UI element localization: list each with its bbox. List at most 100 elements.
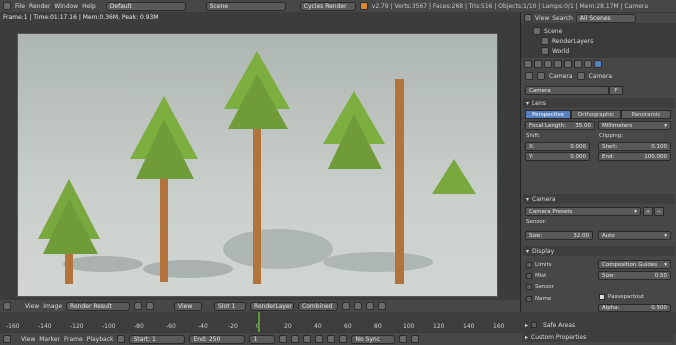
- ruler-label: 20: [284, 323, 292, 330]
- slot-select[interactable]: Slot 1: [214, 301, 247, 311]
- editor-type-icon[interactable]: [524, 14, 532, 22]
- chevron-down-icon: ▾: [634, 208, 637, 215]
- render-layer-select[interactable]: RenderLayer: [250, 301, 295, 311]
- camera-name-field[interactable]: Camera: [525, 86, 609, 95]
- jump-end-icon[interactable]: [339, 335, 348, 343]
- world-tab-icon[interactable]: [564, 60, 572, 68]
- camera-presets-select[interactable]: Camera Presets ▾: [525, 207, 641, 216]
- pin-icon[interactable]: [525, 72, 533, 80]
- composition-guides-select[interactable]: Composition Guides ▾: [598, 260, 671, 269]
- focal-length-field[interactable]: Focal Length: 35.00: [525, 121, 595, 130]
- menu-view[interactable]: View: [535, 15, 549, 22]
- color-icon[interactable]: [354, 302, 363, 310]
- perspective-button[interactable]: Perspective: [525, 110, 571, 119]
- zbuffer-icon[interactable]: [378, 302, 387, 310]
- menu-playback[interactable]: Playback: [87, 336, 114, 343]
- outliner-item-renderlayers[interactable]: RenderLayers: [541, 36, 593, 46]
- image-editor-viewport[interactable]: Frame:1 | Time:01:17.16 | Mem:0.36M, Pea…: [0, 12, 520, 300]
- menu-help[interactable]: Help: [82, 3, 96, 10]
- outliner-item-scene[interactable]: Scene: [533, 26, 562, 36]
- play-icon[interactable]: [315, 335, 324, 343]
- custom-properties-panel-header[interactable]: ▸ Custom Properties: [522, 332, 674, 342]
- start-value: 1: [152, 335, 156, 343]
- menu-file[interactable]: File: [15, 3, 25, 10]
- menu-view[interactable]: View: [25, 303, 39, 310]
- checkbox[interactable]: [526, 262, 532, 268]
- outliner-item-world[interactable]: World: [541, 46, 569, 56]
- record-icon[interactable]: [117, 335, 126, 343]
- menu-frame[interactable]: Frame: [64, 336, 83, 343]
- checkbox[interactable]: [526, 273, 532, 279]
- editor-type-icon[interactable]: [3, 335, 11, 343]
- checkbox[interactable]: [531, 322, 538, 328]
- sensor-size-field[interactable]: Size: 32.00: [525, 231, 593, 240]
- camera-panel-header[interactable]: ▾ Camera: [523, 194, 675, 204]
- checkbox[interactable]: [526, 284, 532, 290]
- keying-set-icon[interactable]: [411, 335, 420, 343]
- image-select[interactable]: Render Result: [66, 301, 131, 311]
- display-size-field[interactable]: Size: 0.50: [598, 271, 671, 280]
- current-frame-field[interactable]: 1: [249, 334, 276, 344]
- panoramic-button[interactable]: Panoramic: [621, 110, 671, 119]
- constraints-tab-icon[interactable]: [584, 60, 592, 68]
- object-tab-icon[interactable]: [574, 60, 582, 68]
- menu-view[interactable]: View: [21, 336, 35, 343]
- ruler-label: 140: [463, 323, 475, 330]
- alpha-icon[interactable]: [366, 302, 375, 310]
- prev-keyframe-icon[interactable]: [291, 335, 300, 343]
- sensor-fit-select[interactable]: Auto ▾: [598, 231, 671, 240]
- editor-type-icon[interactable]: [3, 302, 11, 310]
- lens-panel-header[interactable]: ▾ Lens: [523, 98, 675, 108]
- jump-start-icon[interactable]: [279, 335, 288, 343]
- fake-user-button[interactable]: F: [609, 86, 623, 95]
- limits-checkbox[interactable]: Limits: [526, 262, 552, 268]
- sensor-checkbox[interactable]: Sensor: [526, 284, 554, 290]
- editor-type-icon[interactable]: [3, 2, 11, 10]
- display-channels-icon[interactable]: [342, 302, 351, 310]
- menu-search[interactable]: Search: [552, 15, 573, 22]
- play-reverse-icon[interactable]: [303, 335, 312, 343]
- pin-icon[interactable]: [134, 302, 143, 310]
- next-keyframe-icon[interactable]: [327, 335, 336, 343]
- camera-data-tab-icon[interactable]: [594, 60, 602, 68]
- clip-start-field[interactable]: Start: 0.100: [598, 142, 671, 151]
- view-select[interactable]: View: [174, 301, 203, 311]
- clip-end-field[interactable]: End: 100.000: [598, 152, 671, 161]
- checkbox[interactable]: [599, 294, 605, 300]
- autokey-icon[interactable]: [399, 335, 408, 343]
- current-frame-marker[interactable]: [258, 312, 260, 332]
- layout-select[interactable]: Default: [105, 1, 186, 11]
- menu-render[interactable]: Render: [29, 3, 50, 10]
- end-frame-field[interactable]: End: 250: [189, 334, 246, 344]
- add-preset-button[interactable]: +: [643, 207, 653, 216]
- sync-select[interactable]: No Sync: [351, 334, 396, 344]
- render-pass-select[interactable]: Combined: [298, 301, 339, 311]
- name-checkbox[interactable]: Name: [526, 296, 551, 302]
- menu-window[interactable]: Window: [54, 3, 78, 10]
- orthographic-button[interactable]: Orthographic: [571, 110, 621, 119]
- start-frame-field[interactable]: Start: 1: [129, 334, 186, 344]
- render-layers-tab-icon[interactable]: [544, 60, 552, 68]
- render-engine-select[interactable]: Cycles Render: [299, 1, 356, 11]
- safe-areas-panel-header[interactable]: ▸ Safe Areas: [522, 320, 674, 330]
- remove-preset-button[interactable]: −: [654, 207, 664, 216]
- image-browse-icon[interactable]: [146, 302, 155, 310]
- editor-type-icon[interactable]: [524, 60, 532, 68]
- display-mode-select[interactable]: All Scenes: [575, 13, 636, 23]
- menu-image[interactable]: Image: [43, 303, 62, 310]
- shift-y-field[interactable]: Y: 0.000: [525, 152, 590, 161]
- outliner-item-label: RenderLayers: [552, 37, 594, 45]
- mist-checkbox[interactable]: Mist: [526, 273, 546, 279]
- checkbox[interactable]: [526, 296, 532, 302]
- passepartout-checkbox[interactable]: Passepartout: [599, 294, 644, 300]
- menu-marker[interactable]: Marker: [39, 336, 60, 343]
- display-panel-header[interactable]: ▾ Display: [523, 246, 675, 256]
- scene-tab-icon[interactable]: [554, 60, 562, 68]
- camera-data-icon: [576, 72, 585, 80]
- scene-select[interactable]: Scene: [205, 1, 286, 11]
- render-tab-icon[interactable]: [534, 60, 542, 68]
- field-value: 0.000: [570, 143, 586, 150]
- passepartout-alpha-field[interactable]: Alpha: 0.500: [598, 304, 671, 312]
- lens-unit-select[interactable]: Millimeters ▾: [598, 121, 671, 130]
- shift-x-field[interactable]: X: 0.000: [525, 142, 590, 151]
